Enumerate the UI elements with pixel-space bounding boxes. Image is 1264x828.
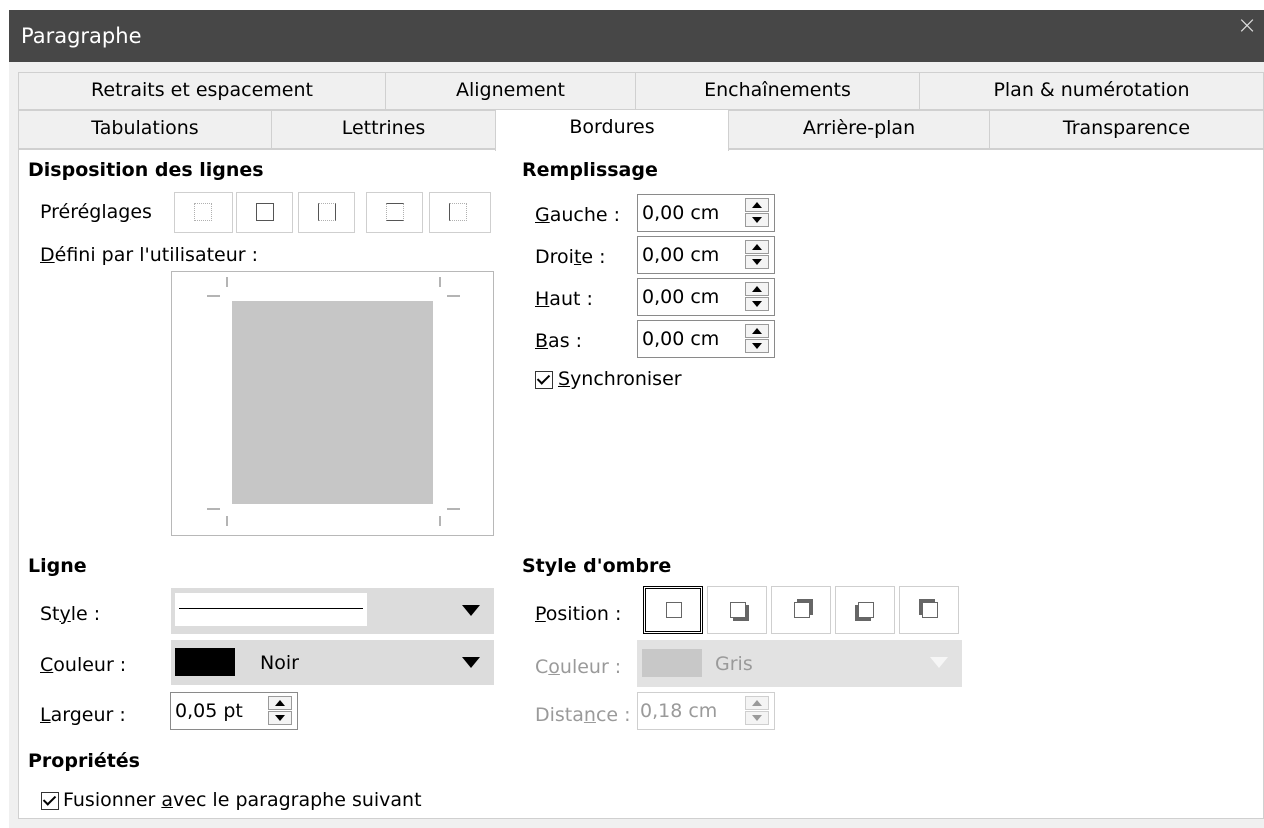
border-top-bottom-icon	[386, 203, 404, 221]
tab-alignement[interactable]: Alignement	[385, 72, 636, 110]
shadow-color-value: Gris	[715, 653, 753, 675]
shadow-top-right-icon	[794, 602, 810, 618]
right-padding-value: 0,00 cm	[642, 244, 720, 266]
merge-paragraph-checkbox[interactable]	[41, 792, 59, 810]
shadow-top-right-button[interactable]	[771, 586, 831, 634]
user-defined-label: Défini par l'utilisateur :	[40, 244, 259, 266]
border-preview-area[interactable]	[171, 271, 494, 536]
disposition-heading: Disposition des lignes	[28, 159, 264, 181]
remplissage-heading: Remplissage	[522, 159, 658, 181]
close-icon[interactable]: ×	[1230, 10, 1264, 40]
tab-retraits-espacement[interactable]: Retraits et espacement	[18, 72, 386, 110]
line-color-value: Noir	[260, 652, 299, 674]
shadow-distance-value: 0,18 cm	[640, 700, 718, 722]
left-padding-spin[interactable]: 0,00 cm	[637, 194, 775, 232]
spin-down-icon[interactable]	[745, 297, 769, 311]
spin-up-icon[interactable]	[745, 324, 769, 338]
spin-up-icon[interactable]	[745, 696, 769, 710]
spin-up-icon[interactable]	[745, 240, 769, 254]
line-color-label: Couleur :	[40, 654, 127, 676]
line-color-swatch	[175, 648, 235, 676]
spin-up-icon[interactable]	[745, 198, 769, 212]
shadow-none-button[interactable]	[643, 586, 703, 634]
right-padding-spin[interactable]: 0,00 cm	[637, 236, 775, 274]
shadow-none-icon	[666, 602, 682, 618]
tab-bordures[interactable]: Bordures	[495, 109, 729, 151]
preset-top-bottom-button[interactable]	[366, 192, 423, 233]
shadow-distance-label: Distance :	[535, 704, 631, 726]
chevron-down-icon	[462, 657, 480, 668]
merge-paragraph-label: Fusionner avec le paragraphe suivant	[63, 789, 422, 811]
right-padding-label: Droite :	[535, 246, 606, 268]
ombre-heading: Style d'ombre	[522, 555, 672, 577]
shadow-top-left-button[interactable]	[899, 586, 959, 634]
line-color-dropdown[interactable]: Noir	[171, 640, 494, 685]
spin-down-icon[interactable]	[745, 339, 769, 353]
preset-left-button[interactable]	[429, 192, 491, 233]
shadow-color-label: Couleur :	[535, 656, 622, 678]
line-width-value: 0,05 pt	[175, 700, 243, 722]
synchronize-checkbox[interactable]	[535, 371, 553, 389]
tab-transparence[interactable]: Transparence	[989, 110, 1264, 149]
chevron-down-icon	[462, 605, 480, 616]
spin-up-icon[interactable]	[745, 282, 769, 296]
spin-up-icon[interactable]	[268, 696, 292, 710]
shadow-top-left-icon	[922, 602, 938, 618]
preset-box-button[interactable]	[236, 192, 293, 233]
shadow-color-swatch	[642, 649, 702, 677]
tab-arriere-plan[interactable]: Arrière-plan	[728, 110, 990, 149]
line-width-label: Largeur :	[40, 704, 126, 726]
border-box-icon	[256, 203, 274, 221]
spin-down-icon[interactable]	[745, 213, 769, 227]
bottom-padding-label: Bas :	[535, 330, 583, 352]
line-style-label: Style :	[40, 603, 101, 625]
shadow-distance-spin[interactable]: 0,18 cm	[637, 692, 775, 730]
ligne-heading: Ligne	[28, 555, 87, 577]
tab-plan-numerotation[interactable]: Plan & numérotation	[919, 72, 1264, 110]
top-padding-label: Haut :	[535, 288, 593, 310]
shadow-color-dropdown[interactable]: Gris	[637, 640, 962, 687]
spin-down-icon[interactable]	[745, 255, 769, 269]
spin-down-icon[interactable]	[268, 711, 292, 725]
window-title: Paragraphe	[21, 24, 142, 48]
shadow-bottom-right-icon	[730, 602, 746, 618]
top-padding-value: 0,00 cm	[642, 286, 720, 308]
tab-lettrines[interactable]: Lettrines	[271, 110, 496, 149]
border-left-right-icon	[318, 203, 336, 221]
line-width-spin[interactable]: 0,05 pt	[170, 692, 298, 730]
border-none-icon	[194, 203, 212, 221]
left-padding-label: Gauche :	[535, 204, 621, 226]
border-preview-marks	[207, 277, 460, 526]
shadow-bottom-left-button[interactable]	[835, 586, 895, 634]
spin-down-icon[interactable]	[745, 711, 769, 725]
proprietes-heading: Propriétés	[28, 750, 140, 772]
left-padding-value: 0,00 cm	[642, 202, 720, 224]
title-bar: Paragraphe	[9, 10, 1264, 62]
shadow-bottom-left-icon	[858, 602, 874, 618]
preset-left-right-button[interactable]	[298, 192, 355, 233]
bottom-padding-value: 0,00 cm	[642, 328, 720, 350]
top-padding-spin[interactable]: 0,00 cm	[637, 278, 775, 316]
presets-label: Préréglages	[40, 201, 152, 223]
line-style-dropdown[interactable]	[171, 588, 494, 634]
synchronize-label: Synchroniser	[558, 368, 682, 390]
chevron-down-icon	[930, 657, 948, 668]
tab-enchainements[interactable]: Enchaînements	[635, 72, 920, 110]
line-style-preview	[175, 593, 367, 626]
border-left-icon	[449, 203, 467, 221]
preset-none-button[interactable]	[174, 192, 233, 233]
bottom-padding-spin[interactable]: 0,00 cm	[637, 320, 775, 358]
shadow-position-label: Position :	[535, 603, 622, 625]
tab-tabulations[interactable]: Tabulations	[18, 110, 272, 149]
shadow-bottom-right-button[interactable]	[707, 586, 767, 634]
